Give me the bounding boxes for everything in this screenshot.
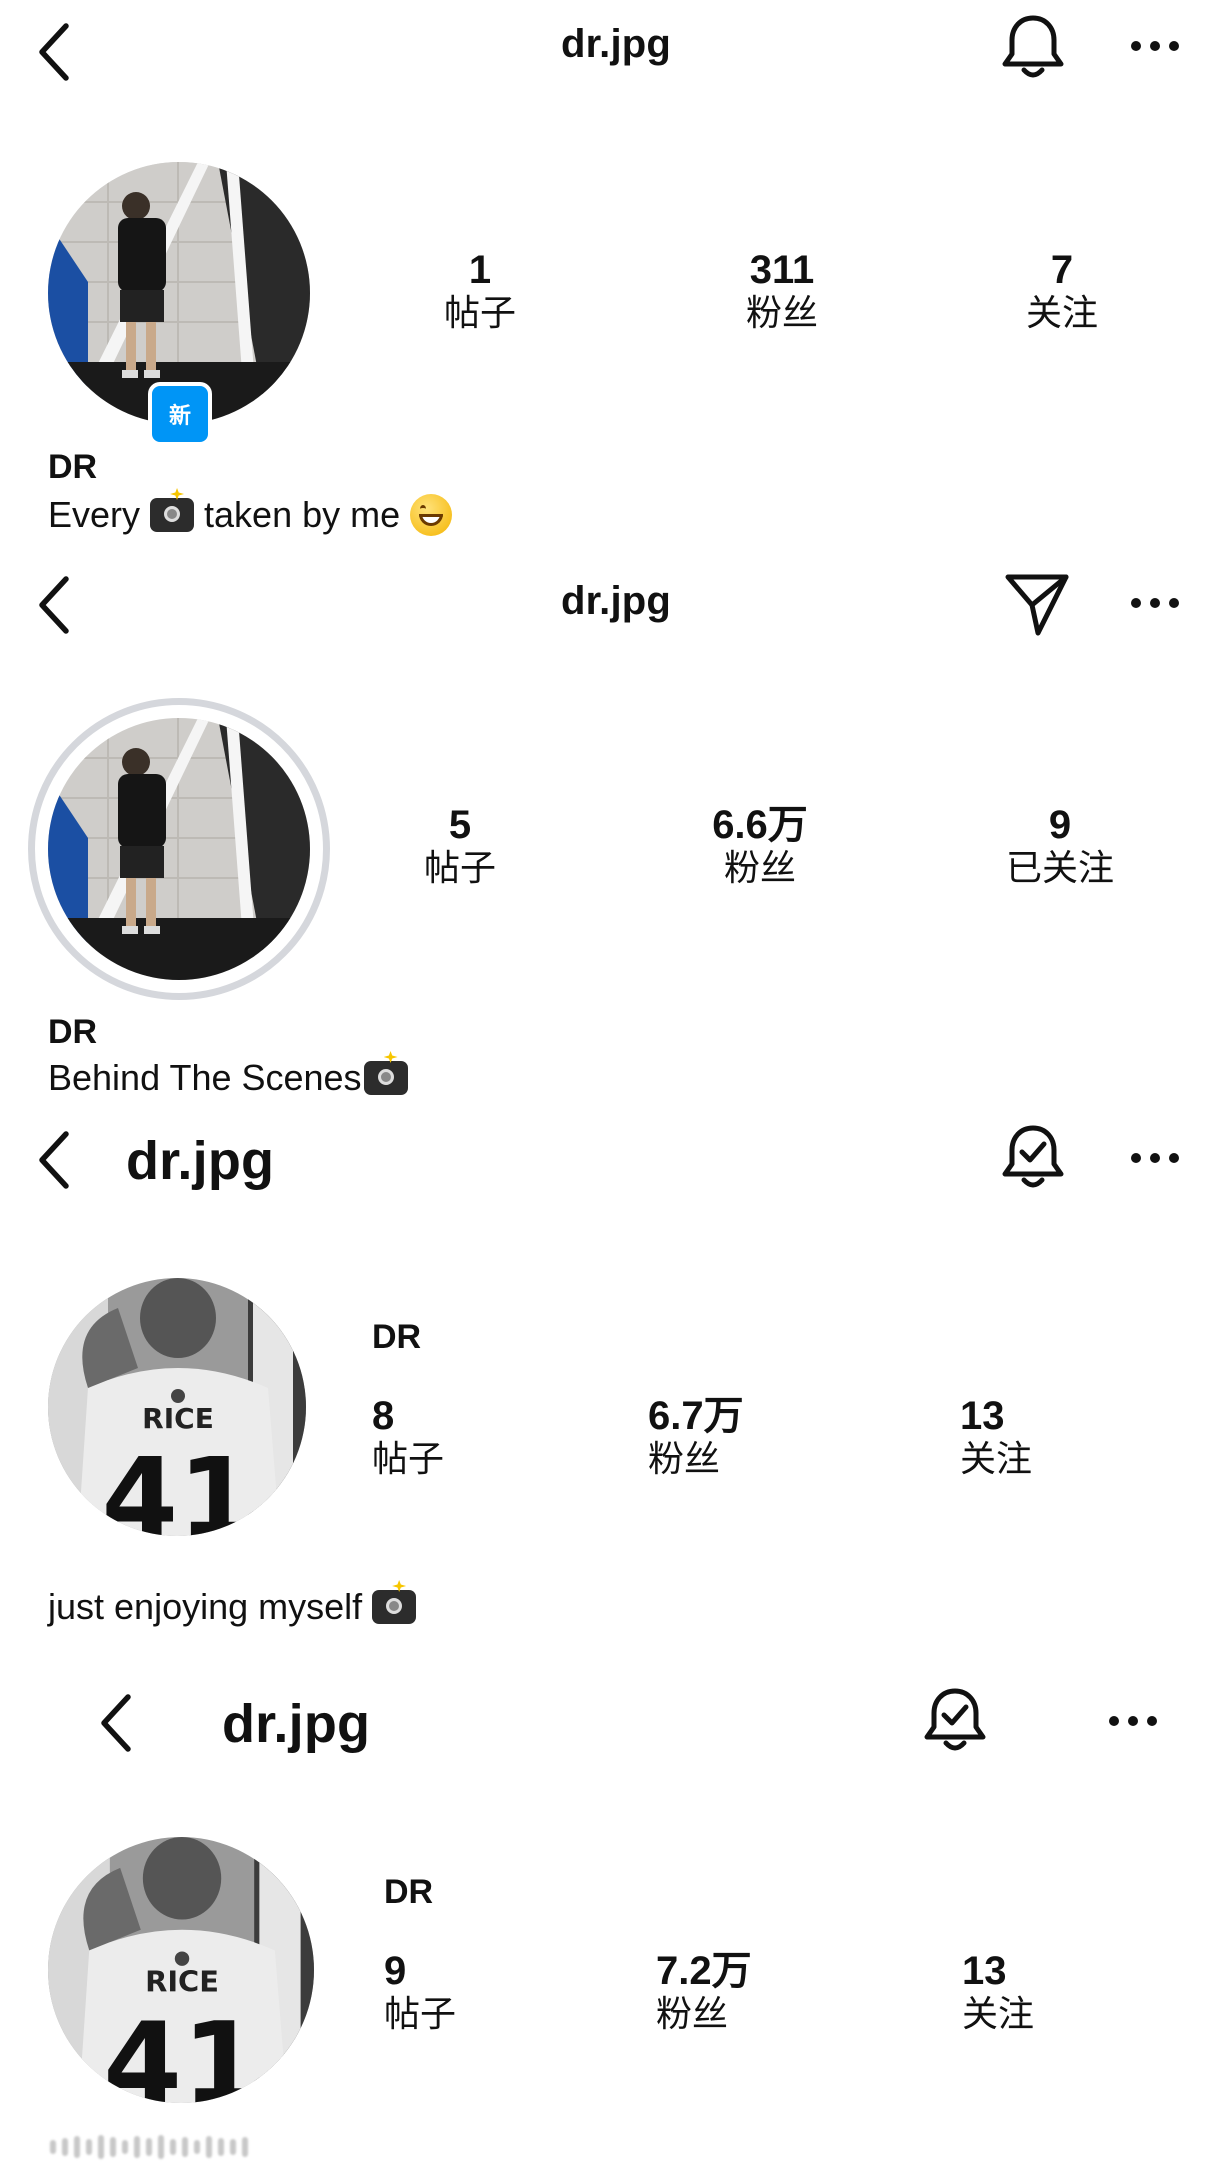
bell-check-icon[interactable]: [922, 1685, 988, 1755]
jersey-number: 41: [103, 1998, 261, 2103]
bio: Behind The Scenes: [48, 1057, 408, 1099]
avatar[interactable]: [48, 718, 310, 980]
back-icon[interactable]: [36, 1130, 72, 1190]
stat-following-value: 13: [962, 1949, 1007, 1993]
stat-followers-label: 粉丝: [723, 846, 796, 888]
stat-followers[interactable]: 6.6万 粉丝: [680, 803, 840, 888]
bio: just enjoying myself: [48, 1586, 417, 1628]
bio-text: Behind The Scenes: [48, 1057, 362, 1098]
stat-following-label: 关注: [962, 1992, 1035, 2034]
display-name: DR: [48, 1013, 98, 1051]
avatar[interactable]: RICE 41: [48, 1837, 314, 2103]
avatar[interactable]: RICE 41: [48, 1278, 306, 1536]
back-icon[interactable]: [98, 1693, 134, 1753]
stat-posts[interactable]: 1 帖子: [420, 248, 540, 333]
camera-flash-emoji-icon: [363, 1061, 408, 1095]
stat-followers-value: 6.6万: [712, 803, 808, 847]
stat-posts[interactable]: 5 帖子: [400, 803, 520, 888]
jersey-name: RICE: [142, 1402, 214, 1435]
profile-panel-2: dr.jpg 5 帖子 6.6万 粉丝 9 已关注 DR Behind The …: [0, 555, 1232, 1110]
page-title: dr.jpg: [222, 1694, 371, 1754]
stat-posts-label: 帖子: [372, 1437, 445, 1479]
more-icon[interactable]: [1130, 1152, 1180, 1164]
stat-posts[interactable]: 8 帖子: [372, 1394, 512, 1479]
page-title: dr.jpg: [126, 1131, 275, 1191]
new-badge: 新: [148, 382, 212, 446]
stat-following[interactable]: 7 关注: [1002, 248, 1122, 333]
stat-followers[interactable]: 7.2万 粉丝: [656, 1949, 816, 2034]
display-name: DR: [48, 448, 98, 486]
stat-following-label: 已关注: [1005, 846, 1114, 888]
stat-following-value: 13: [960, 1394, 1005, 1438]
more-icon[interactable]: [1108, 1715, 1158, 1727]
stat-posts-label: 帖子: [384, 1992, 457, 2034]
bio-text-end: taken by me: [204, 494, 401, 535]
stat-posts-value: 1: [468, 248, 492, 292]
stat-posts-label: 帖子: [423, 846, 496, 888]
stat-posts-value: 8: [372, 1394, 395, 1438]
grinning-face-emoji-icon: [410, 494, 453, 536]
display-name: DR: [372, 1318, 422, 1356]
bell-check-icon[interactable]: [1000, 1122, 1066, 1192]
stat-posts-value: 9: [384, 1949, 407, 1993]
stat-posts[interactable]: 9 帖子: [384, 1949, 524, 2034]
stat-following-value: 9: [1048, 803, 1072, 847]
stat-following-value: 7: [1050, 248, 1074, 292]
bio: Every taken by me: [48, 494, 453, 536]
blurred-bio: [50, 2135, 248, 2159]
stat-following-label: 关注: [960, 1437, 1033, 1479]
stat-followers-value: 6.7万: [648, 1394, 744, 1438]
stat-posts-value: 5: [448, 803, 472, 847]
profile-panel-4: dr.jpg RICE 41 DR 9 帖子 7.2万 粉丝 13 关注: [0, 1665, 1232, 2172]
bio-text: just enjoying myself: [48, 1586, 363, 1627]
stat-followers-label: 粉丝: [745, 291, 818, 333]
stat-followers-label: 粉丝: [648, 1437, 721, 1479]
jersey-number: 41: [101, 1434, 254, 1536]
jersey-name: RICE: [145, 1965, 219, 1999]
camera-flash-emoji-icon: [150, 498, 195, 532]
stat-followers-value: 311: [749, 248, 815, 292]
more-icon[interactable]: [1130, 597, 1180, 609]
stat-followers-label: 粉丝: [656, 1992, 729, 2034]
profile-panel-3: dr.jpg RICE 41 DR 8 帖子 6.7万 粉丝 13 关注 jus…: [0, 1110, 1232, 1665]
profile-panel-1: dr.jpg 新 1 帖子 311 粉丝 7 关注 DR Every taken…: [0, 0, 1232, 555]
bell-icon[interactable]: [1000, 12, 1066, 82]
stat-followers[interactable]: 311 粉丝: [712, 248, 852, 333]
send-icon[interactable]: [1004, 571, 1070, 637]
stat-following[interactable]: 13 关注: [962, 1949, 1102, 2034]
stat-following-label: 关注: [1025, 291, 1098, 333]
bio-text-start: Every: [48, 494, 141, 535]
stat-following[interactable]: 13 关注: [960, 1394, 1100, 1479]
stat-followers[interactable]: 6.7万 粉丝: [648, 1394, 808, 1479]
stat-posts-label: 帖子: [443, 291, 516, 333]
stat-followers-value: 7.2万: [656, 1949, 752, 1993]
display-name: DR: [384, 1873, 434, 1911]
stat-following[interactable]: 9 已关注: [980, 803, 1140, 888]
more-icon[interactable]: [1130, 40, 1180, 52]
camera-flash-emoji-icon: [372, 1590, 417, 1624]
